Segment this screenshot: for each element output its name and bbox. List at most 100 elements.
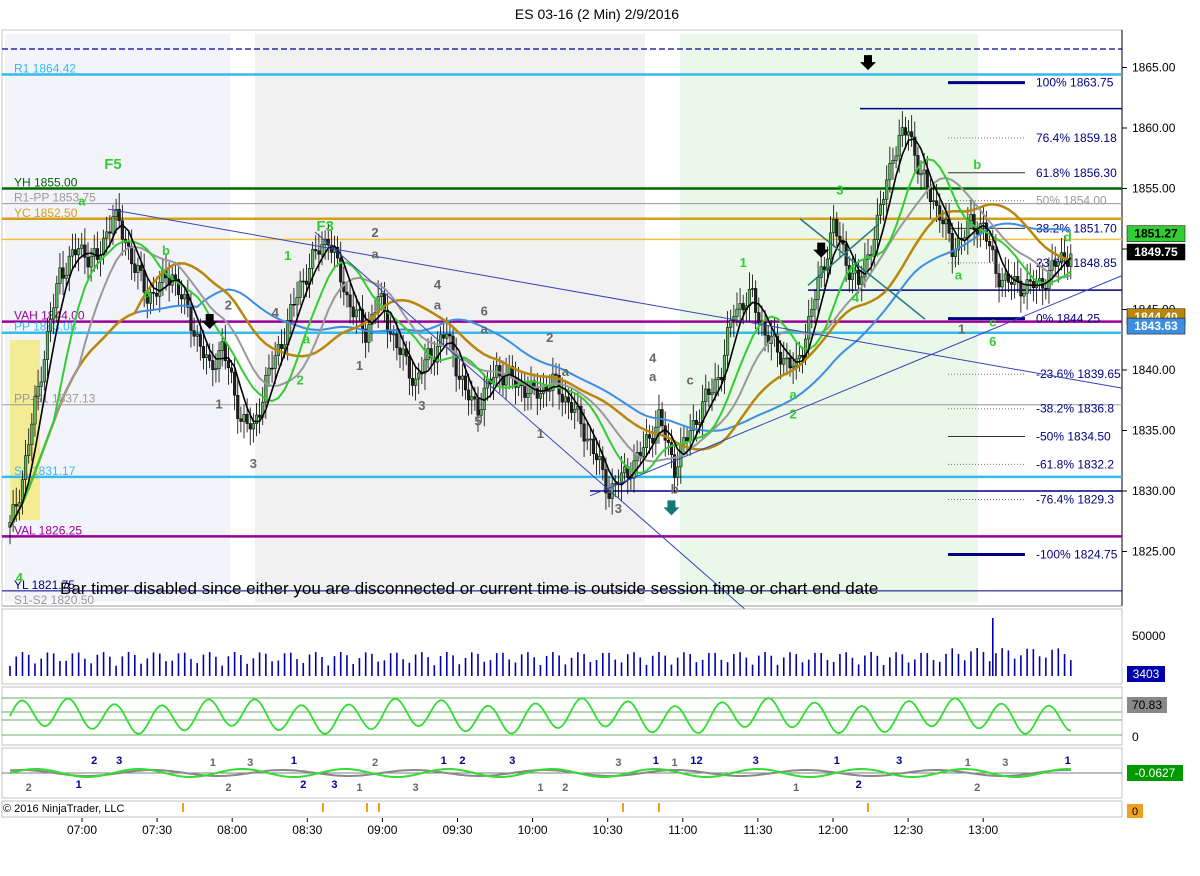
candle-body <box>214 368 218 371</box>
momentum-label: 3 <box>896 755 902 767</box>
candle-body <box>885 179 889 200</box>
candle-body <box>289 303 293 321</box>
momentum-label: 3 <box>116 755 122 767</box>
candle-body <box>797 355 801 360</box>
momentum-label: 1 <box>1065 755 1071 767</box>
wave-marker: b <box>671 481 679 496</box>
oscillator-panel: 070.83 <box>1 686 1167 746</box>
candle-body <box>1053 260 1057 267</box>
candle-body <box>251 423 255 430</box>
candle-body <box>907 131 911 136</box>
x-tick-label: 08:30 <box>292 823 322 837</box>
momentum-label: 1 <box>441 755 447 767</box>
x-tick-label: 11:00 <box>668 823 697 837</box>
fib-label: 100% 1863.75 <box>1036 76 1114 90</box>
candle-body <box>535 387 539 399</box>
candle-body <box>894 155 898 161</box>
momentum-badge-label: -0.0627 <box>1135 766 1176 780</box>
candle-body <box>389 331 393 335</box>
candle-body <box>155 292 159 297</box>
momentum-label: 1 <box>834 755 840 767</box>
oscillator-tick-label: 0 <box>1132 730 1139 744</box>
candle-body <box>442 334 446 339</box>
candle-body <box>931 200 936 202</box>
candle-body <box>897 135 901 157</box>
volume-panel: 50000 3403 <box>1 608 1166 685</box>
momentum-label: 1 <box>76 779 82 791</box>
candle-body <box>994 249 998 274</box>
candle-body <box>448 333 452 337</box>
momentum-label: 2 <box>856 779 862 791</box>
fib-label: 76.4% 1859.18 <box>1036 131 1117 145</box>
candle-body <box>239 418 243 422</box>
wave-marker: 1 <box>356 358 363 373</box>
wave-marker: b <box>162 243 170 258</box>
status-message: Bar timer disabled since either you are … <box>60 579 878 598</box>
candle-body <box>473 396 477 400</box>
candle-body <box>878 204 883 216</box>
candle-body <box>283 344 287 349</box>
candle-body <box>460 375 464 380</box>
momentum-label: 1 <box>653 755 659 767</box>
candle-body <box>747 289 751 307</box>
momentum-label: 3 <box>509 755 515 767</box>
chart-title: ES 03-16 (2 Min) 2/9/2016 <box>515 6 679 22</box>
candle-body <box>217 350 221 369</box>
y-tick-label: 1860.00 <box>1132 121 1176 135</box>
wave-marker: a <box>562 364 570 379</box>
candle-body <box>697 422 702 425</box>
candle-body <box>588 438 592 441</box>
candle-body <box>900 127 904 136</box>
candle-body <box>707 388 711 395</box>
bottom-indicator-frame <box>1 800 1123 818</box>
wave-marker: 4 <box>16 570 24 585</box>
candle-body <box>988 241 992 247</box>
candle-body <box>42 359 46 383</box>
candle-body <box>414 378 418 386</box>
candle-body <box>245 414 249 424</box>
bottom-indicator-bar <box>622 803 624 812</box>
candle-body <box>36 386 40 397</box>
candle-body <box>470 396 474 401</box>
candle-body <box>45 330 49 360</box>
candle-body <box>248 423 252 430</box>
momentum-label: 2 <box>372 757 378 769</box>
bottom-indicator-bar <box>378 803 380 812</box>
candle-body <box>1003 273 1007 281</box>
y-tick-label: 1865.00 <box>1132 61 1176 75</box>
wave-marker: a <box>144 285 152 300</box>
candle-body <box>991 245 995 251</box>
candle-body <box>445 333 449 339</box>
candle-body <box>676 466 680 478</box>
candle-body <box>24 455 28 480</box>
candle-body <box>467 389 471 401</box>
candle-body <box>816 277 820 300</box>
wave-marker: 4 <box>649 351 657 366</box>
candle-body <box>30 423 34 445</box>
candle-body <box>997 273 1001 288</box>
wave-marker: a <box>434 298 442 313</box>
candle-body <box>910 131 914 138</box>
candle-body <box>782 358 786 365</box>
wave-marker: 1 <box>740 255 747 270</box>
candle-body <box>857 270 861 285</box>
candle-body <box>738 303 742 310</box>
level-label: R1 1864.42 <box>14 62 76 76</box>
x-tick-label: 12:30 <box>893 823 923 837</box>
wave-marker: b <box>973 157 981 172</box>
wave-marker: a <box>78 193 86 208</box>
wave-marker: d <box>1064 230 1072 245</box>
candle-body <box>548 390 552 392</box>
wave-marker: 3 <box>615 501 622 516</box>
candle-body <box>86 257 90 268</box>
wave-marker: 4 <box>434 277 442 292</box>
candle-body <box>944 218 948 225</box>
candle-body <box>1038 278 1042 282</box>
wave-marker: 2 <box>546 330 553 345</box>
candle-body <box>829 232 833 260</box>
momentum-label: 2 <box>459 755 465 767</box>
candle-body <box>189 307 193 331</box>
wave-marker: 1 <box>537 426 544 441</box>
y-tick-label: 1830.00 <box>1132 484 1176 498</box>
candle-body <box>554 373 558 376</box>
